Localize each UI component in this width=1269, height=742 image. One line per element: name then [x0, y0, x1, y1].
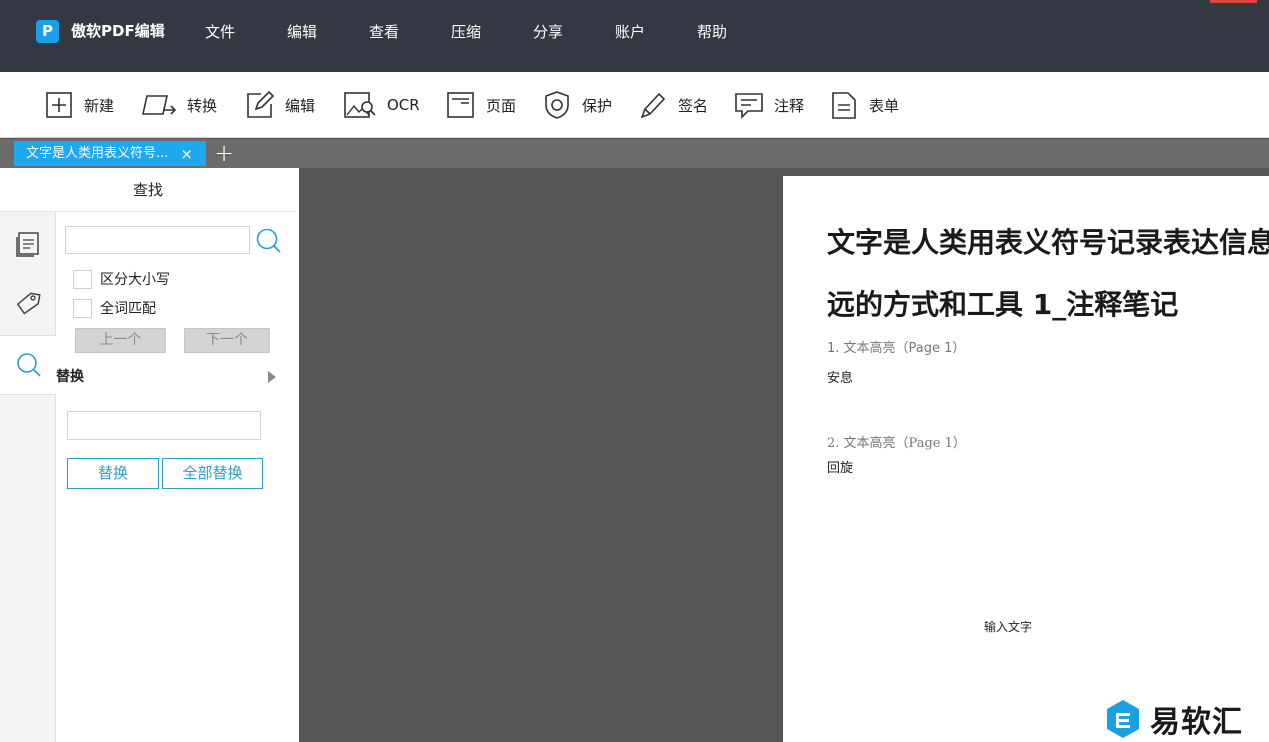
- sign-label: 签名: [678, 96, 709, 115]
- watermark: 易软汇: [1104, 695, 1269, 742]
- shield-icon: [545, 91, 569, 119]
- plus-square-icon: [46, 92, 72, 118]
- convert-button[interactable]: 转换: [141, 88, 217, 122]
- ocr-label: OCR: [387, 96, 420, 114]
- comment-icon: [735, 93, 763, 119]
- form-document-icon: [832, 92, 856, 119]
- watermark-text: 易软汇: [1150, 704, 1243, 740]
- whole-word-label: 全词匹配: [100, 301, 156, 317]
- previous-button[interactable]: 上一个: [75, 328, 166, 353]
- case-sensitive-checkbox[interactable]: 区分大小写: [73, 269, 170, 289]
- case-sensitive-label: 区分大小写: [100, 272, 170, 288]
- ocr-button[interactable]: OCR: [343, 88, 420, 122]
- new-label: 新建: [84, 96, 115, 115]
- pen-icon: [640, 92, 666, 119]
- menu-account[interactable]: 账户: [615, 20, 645, 44]
- ocr-scan-icon: [344, 92, 376, 118]
- document-title: 文字是人类用表义符号记录表达信息以 远的方式和工具 1_注释笔记: [827, 212, 1269, 336]
- replace-all-button[interactable]: 全部替换: [162, 458, 263, 489]
- annotate-label: 注释: [774, 96, 805, 115]
- page-icon: [447, 92, 474, 118]
- add-tab-button[interactable]: +: [213, 140, 235, 166]
- document-title-line-2: 远的方式和工具 1_注释笔记: [827, 288, 1179, 321]
- menu-edit[interactable]: 编辑: [287, 20, 317, 44]
- protect-button[interactable]: 保护: [542, 88, 612, 122]
- close-window-button[interactable]: [1210, 0, 1257, 3]
- menu-share[interactable]: 分享: [533, 20, 563, 44]
- page-button[interactable]: 页面: [446, 88, 516, 122]
- pages-icon: [16, 232, 39, 257]
- main-toolbar: 新建 转换 编辑 OCR 页面 保护 签名 注释 表单: [0, 72, 1269, 138]
- search-input[interactable]: [65, 226, 250, 254]
- find-panel: 查找 区分大小写 全词匹配 上一个 下一个 替换 替换 全部替换: [0, 168, 299, 742]
- thumbnails-rail-button[interactable]: [0, 214, 56, 274]
- replace-input[interactable]: [67, 411, 261, 440]
- replace-button[interactable]: 替换: [67, 458, 159, 489]
- replace-section-title: 替换: [56, 369, 84, 385]
- edit-label: 编辑: [285, 96, 316, 115]
- search-button-icon[interactable]: [255, 227, 282, 254]
- form-label: 表单: [869, 96, 900, 115]
- note-heading: 1. 文本高亮（Page 1）: [827, 341, 966, 356]
- document-title-line-1: 文字是人类用表义符号记录表达信息以: [827, 226, 1269, 259]
- convert-icon: [142, 95, 177, 115]
- protect-label: 保护: [582, 96, 613, 115]
- document-tab-label: 文字是人类用表义符号...: [26, 146, 169, 161]
- document-tab[interactable]: 文字是人类用表义符号... ×: [14, 141, 206, 166]
- whole-word-checkbox[interactable]: 全词匹配: [73, 298, 156, 318]
- title-bar: P 傲软PDF编辑 文件 编辑 查看 压缩 分享 账户 帮助: [0, 0, 1269, 72]
- form-button[interactable]: 表单: [829, 88, 899, 122]
- menu-help[interactable]: 帮助: [697, 20, 727, 44]
- document-tab-strip: 文字是人类用表义符号... × +: [0, 139, 1269, 168]
- note-heading: 2. 文本高亮（Page 1）: [827, 436, 966, 451]
- side-rail: [0, 168, 57, 742]
- input-text-annotation[interactable]: 输入文字: [984, 618, 1032, 635]
- expand-arrow-icon: [268, 371, 276, 383]
- bookmark-rail-button[interactable]: [0, 274, 56, 334]
- new-button[interactable]: 新建: [44, 88, 114, 122]
- app-logo-icon: P: [36, 20, 59, 43]
- annotate-button[interactable]: 注释: [734, 88, 804, 122]
- convert-label: 转换: [187, 96, 218, 115]
- next-button[interactable]: 下一个: [184, 328, 270, 353]
- tag-icon: [16, 292, 41, 315]
- search-rail-button[interactable]: [0, 335, 57, 395]
- document-page[interactable]: 文字是人类用表义符号记录表达信息以 远的方式和工具 1_注释笔记 1. 文本高亮…: [783, 176, 1269, 742]
- note-text: 回旋: [827, 461, 854, 476]
- find-panel-title: 查找: [0, 168, 296, 212]
- menu-compress[interactable]: 压缩: [451, 20, 481, 44]
- sign-button[interactable]: 签名: [638, 88, 708, 122]
- menu-file[interactable]: 文件: [205, 20, 235, 44]
- page-label: 页面: [486, 96, 517, 115]
- pencil-square-icon: [247, 90, 275, 118]
- search-icon: [16, 353, 41, 377]
- menu-view[interactable]: 查看: [369, 20, 399, 44]
- replace-section-toggle[interactable]: 替换: [56, 367, 276, 387]
- whole-word-box[interactable]: [73, 298, 92, 318]
- note-text: 安息: [827, 371, 854, 386]
- edit-button[interactable]: 编辑: [245, 88, 315, 122]
- watermark-logo-icon: [1107, 699, 1139, 738]
- app-title: 傲软PDF编辑: [71, 22, 165, 40]
- close-tab-icon[interactable]: ×: [180, 141, 193, 167]
- case-sensitive-box[interactable]: [73, 269, 92, 289]
